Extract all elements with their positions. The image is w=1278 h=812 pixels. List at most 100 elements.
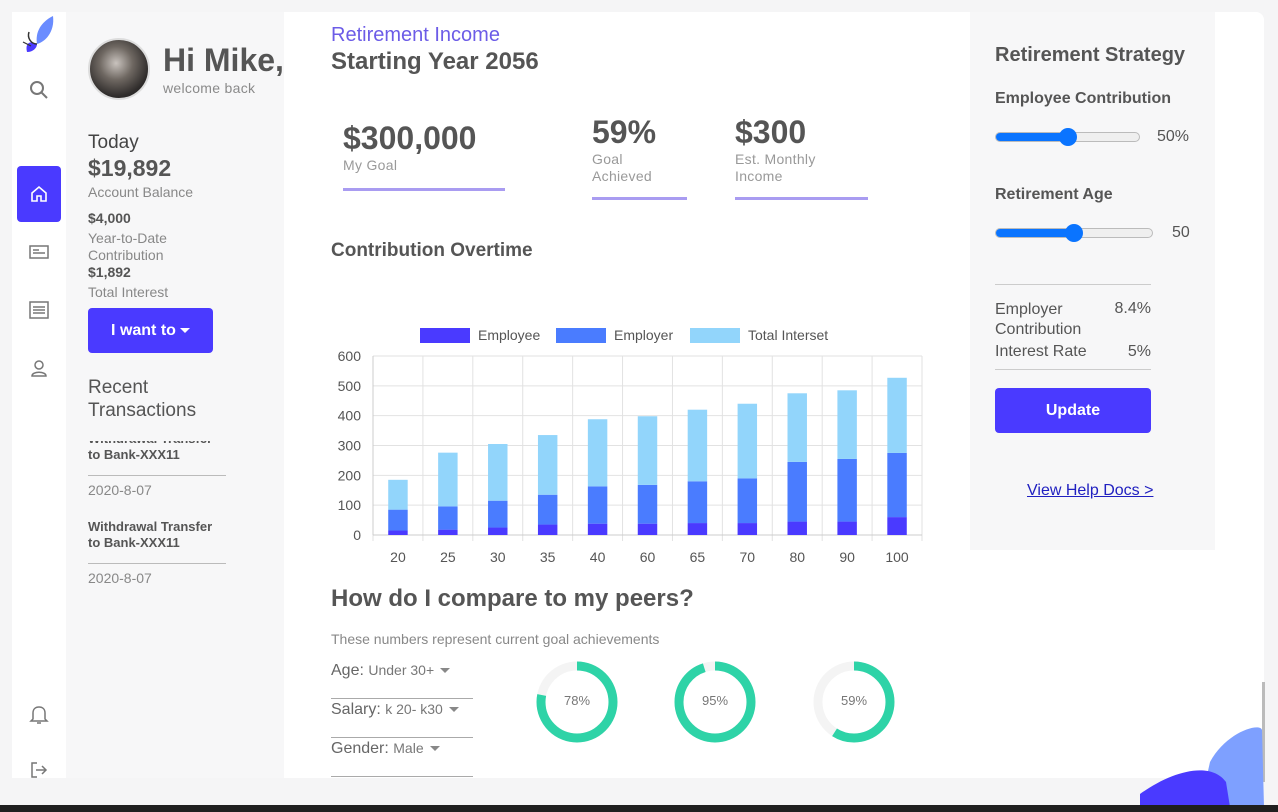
i-want-to-button[interactable]: I want to <box>88 308 213 353</box>
legend-swatch <box>556 328 606 343</box>
avatar[interactable] <box>88 38 150 100</box>
y-tick-label: 600 <box>338 348 362 364</box>
bar-segment <box>488 444 508 501</box>
butterfly-logo-icon[interactable] <box>17 12 61 62</box>
monthly-income-value: $300 <box>735 114 807 150</box>
user-icon[interactable] <box>17 348 61 388</box>
filter-label: Age: <box>331 662 364 679</box>
view-help-docs-link[interactable]: View Help Docs > <box>1027 482 1153 500</box>
ytd-contribution-value: $4,000 <box>88 210 131 226</box>
interest-rate-value: 5% <box>1127 343 1151 360</box>
achieved-label: Goal Achieved <box>592 151 652 184</box>
legend-label: Total Interset <box>748 327 828 343</box>
logout-icon[interactable] <box>17 750 61 790</box>
bar-segment <box>887 452 907 518</box>
bar-segment <box>587 523 608 535</box>
icon-rail <box>12 12 66 778</box>
list-icon[interactable] <box>17 290 61 330</box>
bar-segment <box>488 500 508 528</box>
x-tick-label: 25 <box>440 549 456 565</box>
legend-swatch <box>690 328 740 343</box>
ytd-contribution-label: Year-to-Date Contribution <box>88 230 167 263</box>
y-tick-label: 400 <box>338 408 362 424</box>
contribution-chart: 0 100 200 300 400 500 600 20 25 30 35 40 60 65 70 80 90 1… <box>338 327 923 565</box>
home-icon[interactable] <box>17 166 61 222</box>
slider-knob[interactable] <box>1065 224 1083 242</box>
total-interest-value: $1,892 <box>88 264 131 280</box>
divider <box>995 284 1151 285</box>
bar-segment <box>837 458 857 522</box>
strategy-title: Retirement Strategy <box>995 44 1186 66</box>
card-icon[interactable] <box>17 232 61 272</box>
gender-filter[interactable]: Gender: Male <box>331 738 473 777</box>
bar-segment <box>637 484 658 524</box>
x-tick-label: 20 <box>390 549 406 565</box>
bell-icon[interactable] <box>17 694 61 734</box>
donut-label: 78% <box>563 693 591 708</box>
account-balance-value: $19,892 <box>88 155 172 181</box>
bar-segment <box>687 481 708 524</box>
bar-segment <box>637 523 658 535</box>
y-tick-label: 200 <box>338 467 362 483</box>
today-label: Today <box>88 132 139 153</box>
bar-segment <box>537 435 558 495</box>
bar-segment <box>737 523 758 535</box>
caret-down-icon <box>429 746 440 752</box>
legend-swatch <box>420 328 470 343</box>
bar-segment <box>438 506 458 530</box>
decorative-shapes <box>1140 727 1264 807</box>
achieved-stat: 59% Goal Achieved <box>592 114 687 200</box>
employer-contribution-label: Employer Contribution <box>995 301 1082 338</box>
profile-panel: Hi Mike, welcome back Today $19,892 Acco… <box>66 12 284 778</box>
bar-segment <box>737 478 758 524</box>
caret-down-icon <box>179 328 190 333</box>
x-tick-label: 40 <box>590 549 606 565</box>
bar-segment <box>488 527 508 535</box>
contribution-title: Contribution Overtime <box>331 240 533 261</box>
update-button[interactable]: Update <box>995 388 1151 433</box>
search-icon[interactable] <box>17 70 61 110</box>
x-tick-label: 90 <box>839 549 855 565</box>
bar-segment <box>787 393 807 462</box>
filter-value: Under 30+ <box>368 662 435 678</box>
x-tick-label: 100 <box>885 549 909 565</box>
retirement-age-value: 50 <box>1172 224 1190 241</box>
filter-value: k 20- k30 <box>385 701 443 717</box>
filter-value: Male <box>393 740 424 756</box>
transaction-item[interactable]: Withdrawal Transfer to Bank-XXX11 2020-8… <box>88 441 228 498</box>
x-tick-label: 30 <box>490 549 506 565</box>
age-filter[interactable]: Age: Under 30+ <box>331 660 473 699</box>
peer-donut-2: 95% <box>670 657 760 747</box>
retirement-income-title: Retirement Income <box>331 24 500 46</box>
goal-label: My Goal <box>343 157 398 173</box>
greeting: Hi Mike, <box>163 42 284 78</box>
x-tick-label: 70 <box>740 549 756 565</box>
recent-transactions-title: Recent Transactions <box>88 377 197 421</box>
bar-segment <box>388 479 408 510</box>
retirement-strategy-panel: Retirement Strategy Employee Contributio… <box>970 12 1215 550</box>
salary-filter[interactable]: Salary: k 20- k30 <box>331 699 473 738</box>
y-tick-label: 500 <box>338 378 362 394</box>
filter-label: Gender: <box>331 740 389 757</box>
peer-donut-3: 59% <box>809 657 899 747</box>
bar-segment <box>438 529 458 535</box>
transactions-list[interactable]: Withdrawal Transfer to Bank-XXX11 2020-8… <box>88 441 248 621</box>
slider-knob[interactable] <box>1058 128 1077 146</box>
peer-donut-1: 78% <box>532 657 622 747</box>
bar-segment <box>837 390 857 459</box>
main-content: Retirement Income Starting Year 2056 $30… <box>284 12 970 778</box>
taskbar <box>0 805 1278 812</box>
slider-fill <box>996 133 1068 141</box>
achieved-value: 59% <box>592 114 657 150</box>
transaction-item[interactable]: Withdrawal Transfer to Bank-XXX11 2020-8… <box>88 519 228 586</box>
bar-segment <box>537 494 558 525</box>
caret-down-icon <box>448 707 459 713</box>
retirement-age-slider[interactable] <box>995 224 1153 242</box>
filter-label: Salary: <box>331 701 381 718</box>
interest-rate-label: Interest Rate <box>995 343 1087 360</box>
welcome-text: welcome back <box>163 80 256 96</box>
bar-segment <box>637 416 658 485</box>
employee-contribution-slider[interactable] <box>995 128 1140 146</box>
monthly-income-underline <box>735 197 868 200</box>
bar-segment <box>787 521 807 535</box>
